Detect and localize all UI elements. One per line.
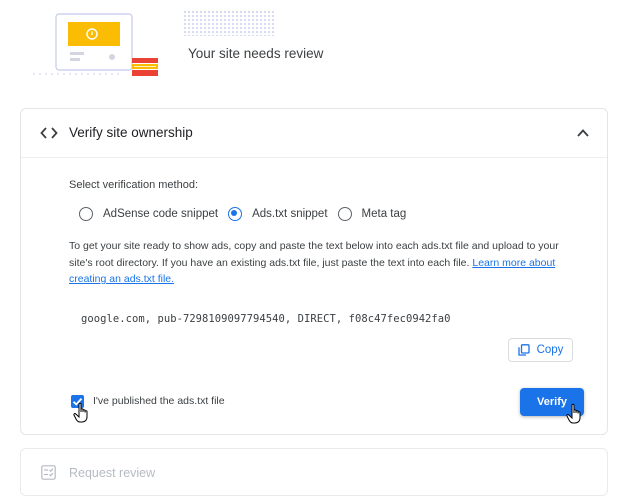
- page-title: Your site needs review: [188, 46, 324, 61]
- code-icon: [40, 127, 58, 139]
- radio-label-adsense-code: AdSense code snippet: [103, 208, 219, 220]
- copy-button[interactable]: Copy: [508, 338, 573, 362]
- hand-cursor-icon: [566, 403, 581, 424]
- verification-method-label: Select verification method:: [69, 179, 199, 191]
- ads-txt-instructions: To get your site ready to show ads, copy…: [69, 238, 579, 288]
- hand-cursor-icon: [73, 402, 88, 423]
- request-review-card: Request review: [20, 448, 608, 496]
- radio-ads-txt[interactable]: [228, 207, 243, 221]
- copy-button-label: Copy: [536, 344, 564, 356]
- ads-txt-snippet: google.com, pub-7298109097794540, DIRECT…: [81, 313, 451, 325]
- verify-ownership-header[interactable]: Verify site ownership: [21, 109, 607, 158]
- decorative-dots: [183, 10, 275, 36]
- checklist-icon: [41, 465, 56, 480]
- radio-option-ads-txt[interactable]: Ads.txt snippet: [228, 207, 328, 221]
- request-review-label: Request review: [69, 466, 156, 480]
- radio-adsense-code[interactable]: [79, 207, 93, 221]
- radio-label-meta-tag: Meta tag: [361, 208, 407, 220]
- published-checkbox-label[interactable]: I've published the ads.txt file: [93, 395, 225, 407]
- site-review-illustration: [33, 13, 158, 76]
- copy-icon: [517, 344, 530, 356]
- radio-meta-tag[interactable]: [337, 207, 352, 221]
- verify-ownership-title: Verify site ownership: [69, 125, 193, 140]
- verify-ownership-card: Verify site ownership Select verificatio…: [20, 108, 608, 435]
- radio-option-adsense-code[interactable]: AdSense code snippet: [79, 207, 218, 221]
- radio-label-ads-txt: Ads.txt snippet: [252, 208, 328, 220]
- radio-option-meta-tag[interactable]: Meta tag: [337, 207, 407, 221]
- chevron-up-icon[interactable]: [575, 125, 591, 141]
- verification-method-radio-group: AdSense code snippet Ads.txt snippet Met…: [79, 206, 416, 222]
